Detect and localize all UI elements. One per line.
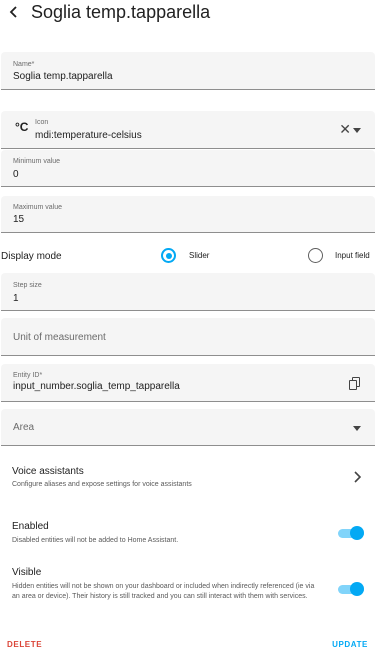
area-picker-field[interactable]: Area (1, 409, 375, 446)
name-field[interactable]: Name* Soglia temp.tapparella (1, 52, 375, 90)
step-size-input: 1 (13, 293, 19, 304)
back-arrow-icon[interactable] (4, 2, 24, 22)
dialog-header: Soglia temp.tapparella (0, 0, 375, 32)
delete-button[interactable]: DELETE (7, 640, 42, 649)
voice-assistants-row[interactable]: Voice assistants Configure aliases and e… (0, 458, 375, 498)
voice-assistants-description: Configure aliases and expose settings fo… (12, 481, 192, 488)
entity-id-input: input_number.soglia_temp_tapparella (13, 381, 180, 392)
minimum-value-field[interactable]: Minimum value 0 (1, 150, 375, 187)
slider-radio[interactable] (161, 248, 176, 263)
slider-radio-label: Slider (189, 251, 210, 260)
area-dropdown-arrow-icon[interactable] (353, 426, 361, 431)
entity-id-field[interactable]: Entity ID* input_number.soglia_temp_tapp… (1, 364, 375, 402)
icon-field-value: mdi:temperature-celsius (35, 130, 142, 141)
maximum-value-input: 15 (13, 214, 25, 225)
entity-id-label: Entity ID* (13, 372, 43, 379)
minimum-value-label: Minimum value (13, 158, 61, 165)
input-field-radio-label: Input field (335, 251, 370, 260)
visible-title: Visible (12, 567, 42, 578)
icon-field-label: Icon (35, 119, 49, 126)
chevron-right-icon[interactable] (353, 470, 362, 486)
temperature-celsius-icon: °C (15, 120, 29, 134)
enabled-description: Disabled entities will not be added to H… (12, 537, 179, 544)
voice-assistants-title: Voice assistants (12, 466, 84, 477)
icon-picker-field[interactable]: °C Icon mdi:temperature-celsius ✕ (1, 111, 375, 149)
enabled-title: Enabled (12, 521, 49, 532)
visible-description: Hidden entities will not be shown on you… (12, 583, 315, 600)
display-mode-label: Display mode (1, 251, 62, 262)
enabled-row: Enabled Disabled entities will not be ad… (0, 515, 375, 551)
copy-icon[interactable] (349, 377, 361, 390)
minimum-value-input: 0 (13, 169, 19, 180)
enabled-toggle[interactable] (338, 526, 364, 540)
name-field-label: Name* (13, 61, 35, 68)
step-size-label: Step size (13, 282, 42, 289)
visible-row: Visible Hidden entities will not be show… (0, 561, 375, 617)
unit-of-measurement-field[interactable]: Unit of measurement (1, 318, 375, 356)
page-title: Soglia temp.tapparella (31, 2, 211, 22)
input-field-radio[interactable] (308, 248, 323, 263)
visible-toggle[interactable] (338, 582, 364, 596)
dropdown-arrow-icon[interactable] (353, 128, 361, 133)
maximum-value-label: Maximum value (13, 204, 63, 211)
area-placeholder: Area (13, 422, 35, 433)
clear-icon[interactable]: ✕ (339, 122, 351, 136)
step-size-field[interactable]: Step size 1 (1, 273, 375, 311)
update-button[interactable]: UPDATE (332, 640, 368, 649)
maximum-value-field[interactable]: Maximum value 15 (1, 196, 375, 233)
name-field-value: Soglia temp.tapparella (13, 71, 113, 82)
unit-of-measurement-placeholder: Unit of measurement (13, 332, 106, 343)
